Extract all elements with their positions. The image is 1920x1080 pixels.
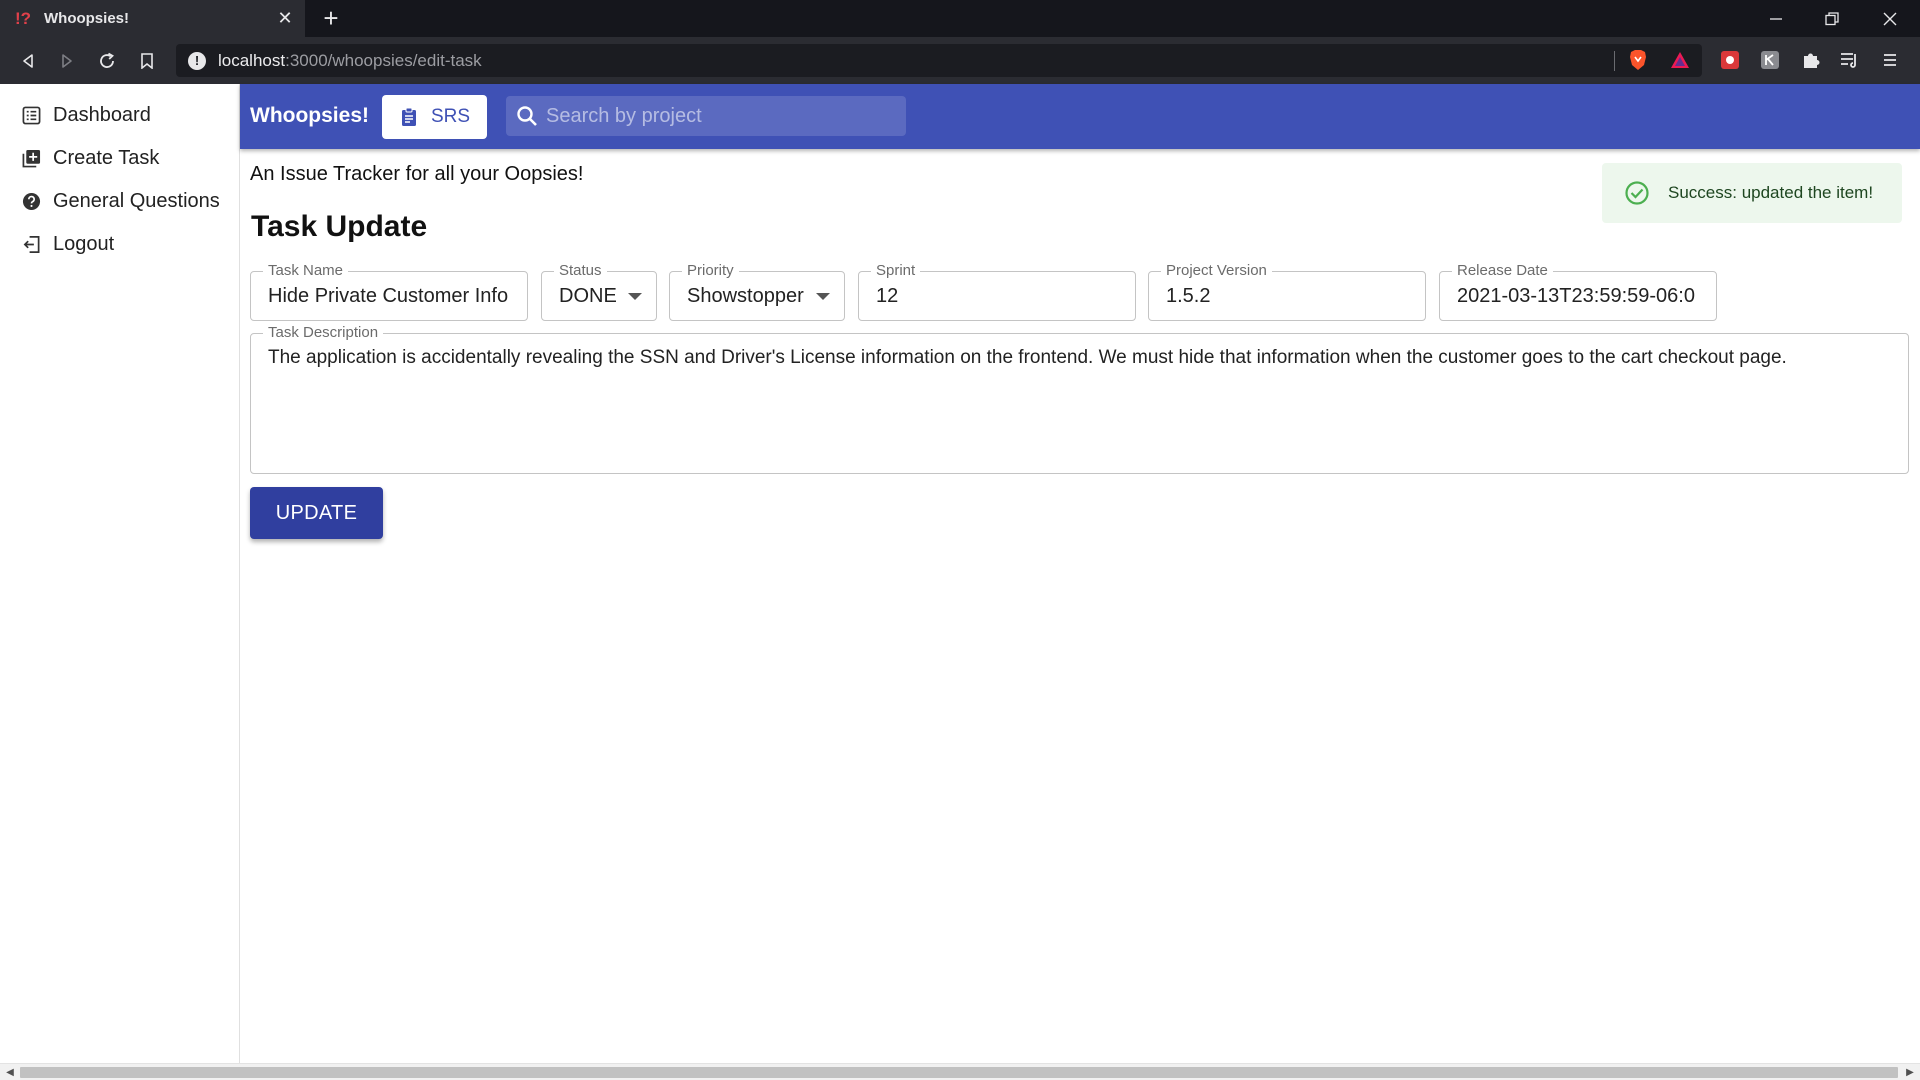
task-name-value: Hide Private Customer Info	[268, 285, 509, 307]
task-description-text: The application is accidentally revealin…	[268, 347, 1787, 368]
priority-label: Priority	[682, 263, 739, 279]
close-window-icon[interactable]	[1862, 0, 1918, 37]
extension-red-icon[interactable]	[1718, 48, 1742, 72]
close-tab-icon[interactable]: ✕	[275, 8, 295, 28]
brave-rewards-icon[interactable]	[1668, 48, 1692, 72]
minimize-icon[interactable]	[1748, 0, 1804, 37]
browser-toolbar: ! localhost:3000/whoopsies/edit-task	[0, 37, 1920, 84]
status-label: Status	[554, 263, 607, 279]
bookmark-icon[interactable]	[133, 47, 161, 75]
sidebar: Dashboard Create Task General Questions …	[0, 84, 240, 1064]
search-input[interactable]	[546, 96, 896, 136]
browser-tab-bar: !? Whoopsies! ✕ +	[0, 0, 1920, 37]
priority-value: Showstopper	[687, 285, 804, 307]
sidebar-item-label: Create Task	[53, 146, 160, 169]
extensions-puzzle-icon[interactable]	[1799, 48, 1823, 72]
priority-select[interactable]: Priority Showstopper	[669, 263, 845, 321]
url-text: localhost:3000/whoopsies/edit-task	[218, 51, 482, 70]
task-description-label: Task Description	[263, 325, 384, 341]
scroll-left-icon[interactable]: ◀	[3, 1066, 17, 1080]
sidebar-item-label: General Questions	[53, 189, 220, 212]
release-date-field[interactable]: Release Date 2021-03-13T23:59:59-06:0	[1439, 263, 1717, 321]
add-box-icon	[22, 149, 41, 167]
clipboard-icon	[401, 107, 416, 126]
sprint-label: Sprint	[871, 263, 921, 279]
srs-button[interactable]: SRS	[382, 95, 487, 139]
tagline: An Issue Tracker for all your Oopsies!	[250, 163, 584, 185]
task-name-field[interactable]: Task Name Hide Private Customer Info	[250, 263, 528, 321]
new-tab-icon[interactable]: +	[317, 4, 345, 32]
extension-gray-icon[interactable]	[1758, 48, 1782, 72]
sprint-value: 12	[876, 285, 899, 307]
address-bar[interactable]: ! localhost:3000/whoopsies/edit-task	[176, 44, 1702, 77]
check-circle-icon	[1625, 181, 1649, 205]
horizontal-scrollbar[interactable]: ◀ ▶	[0, 1063, 1920, 1080]
sidebar-item-general-questions[interactable]: General Questions	[0, 181, 239, 221]
media-playlist-icon[interactable]	[1838, 48, 1862, 72]
project-version-label: Project Version	[1161, 263, 1272, 279]
sidebar-item-logout[interactable]: Logout	[0, 224, 239, 264]
favicon-icon: !?	[14, 8, 32, 28]
sidebar-item-label: Dashboard	[53, 103, 151, 126]
brand-title: Whoopsies!	[250, 104, 369, 127]
site-info-icon[interactable]: !	[188, 52, 206, 70]
task-name-label: Task Name	[263, 263, 349, 279]
sidebar-item-dashboard[interactable]: Dashboard	[0, 95, 239, 135]
browser-tab[interactable]: !? Whoopsies! ✕	[0, 0, 305, 37]
sidebar-item-create-task[interactable]: Create Task	[0, 138, 239, 178]
scroll-right-icon[interactable]: ▶	[1903, 1066, 1917, 1080]
tab-title: Whoopsies!	[44, 10, 129, 27]
browser-menu-icon[interactable]	[1878, 48, 1902, 72]
sprint-field[interactable]: Sprint 12	[858, 263, 1136, 321]
toast-message: Success: updated the item!	[1668, 183, 1874, 202]
restore-icon[interactable]	[1804, 0, 1860, 37]
project-version-field[interactable]: Project Version 1.5.2	[1148, 263, 1426, 321]
reload-icon[interactable]	[93, 47, 121, 75]
srs-label: SRS	[430, 106, 471, 127]
release-date-value: 2021-03-13T23:59:59-06:0	[1457, 285, 1695, 307]
project-version-value: 1.5.2	[1166, 285, 1211, 307]
app-bar: Whoopsies! SRS	[240, 84, 1920, 149]
help-icon	[22, 192, 41, 210]
release-date-label: Release Date	[1452, 263, 1553, 279]
dropdown-arrow-icon	[628, 293, 642, 300]
status-value: DONE	[559, 285, 617, 307]
task-description-field[interactable]: Task Description The application is acci…	[250, 325, 1909, 474]
logout-icon	[23, 235, 40, 253]
page-title: Task Update	[251, 210, 428, 243]
search-icon	[517, 106, 537, 126]
scrollbar-thumb[interactable]	[20, 1067, 1898, 1078]
brave-shields-icon[interactable]	[1626, 48, 1650, 72]
address-bar-divider	[1614, 51, 1615, 71]
success-toast: Success: updated the item!	[1602, 163, 1902, 223]
sidebar-item-label: Logout	[53, 232, 115, 255]
forward-icon[interactable]	[53, 47, 81, 75]
update-button[interactable]: UPDATE	[250, 487, 383, 539]
status-select[interactable]: Status DONE	[541, 263, 657, 321]
dropdown-arrow-icon	[816, 293, 830, 300]
back-icon[interactable]	[14, 47, 42, 75]
search-box[interactable]	[506, 96, 906, 136]
list-icon	[22, 106, 41, 124]
